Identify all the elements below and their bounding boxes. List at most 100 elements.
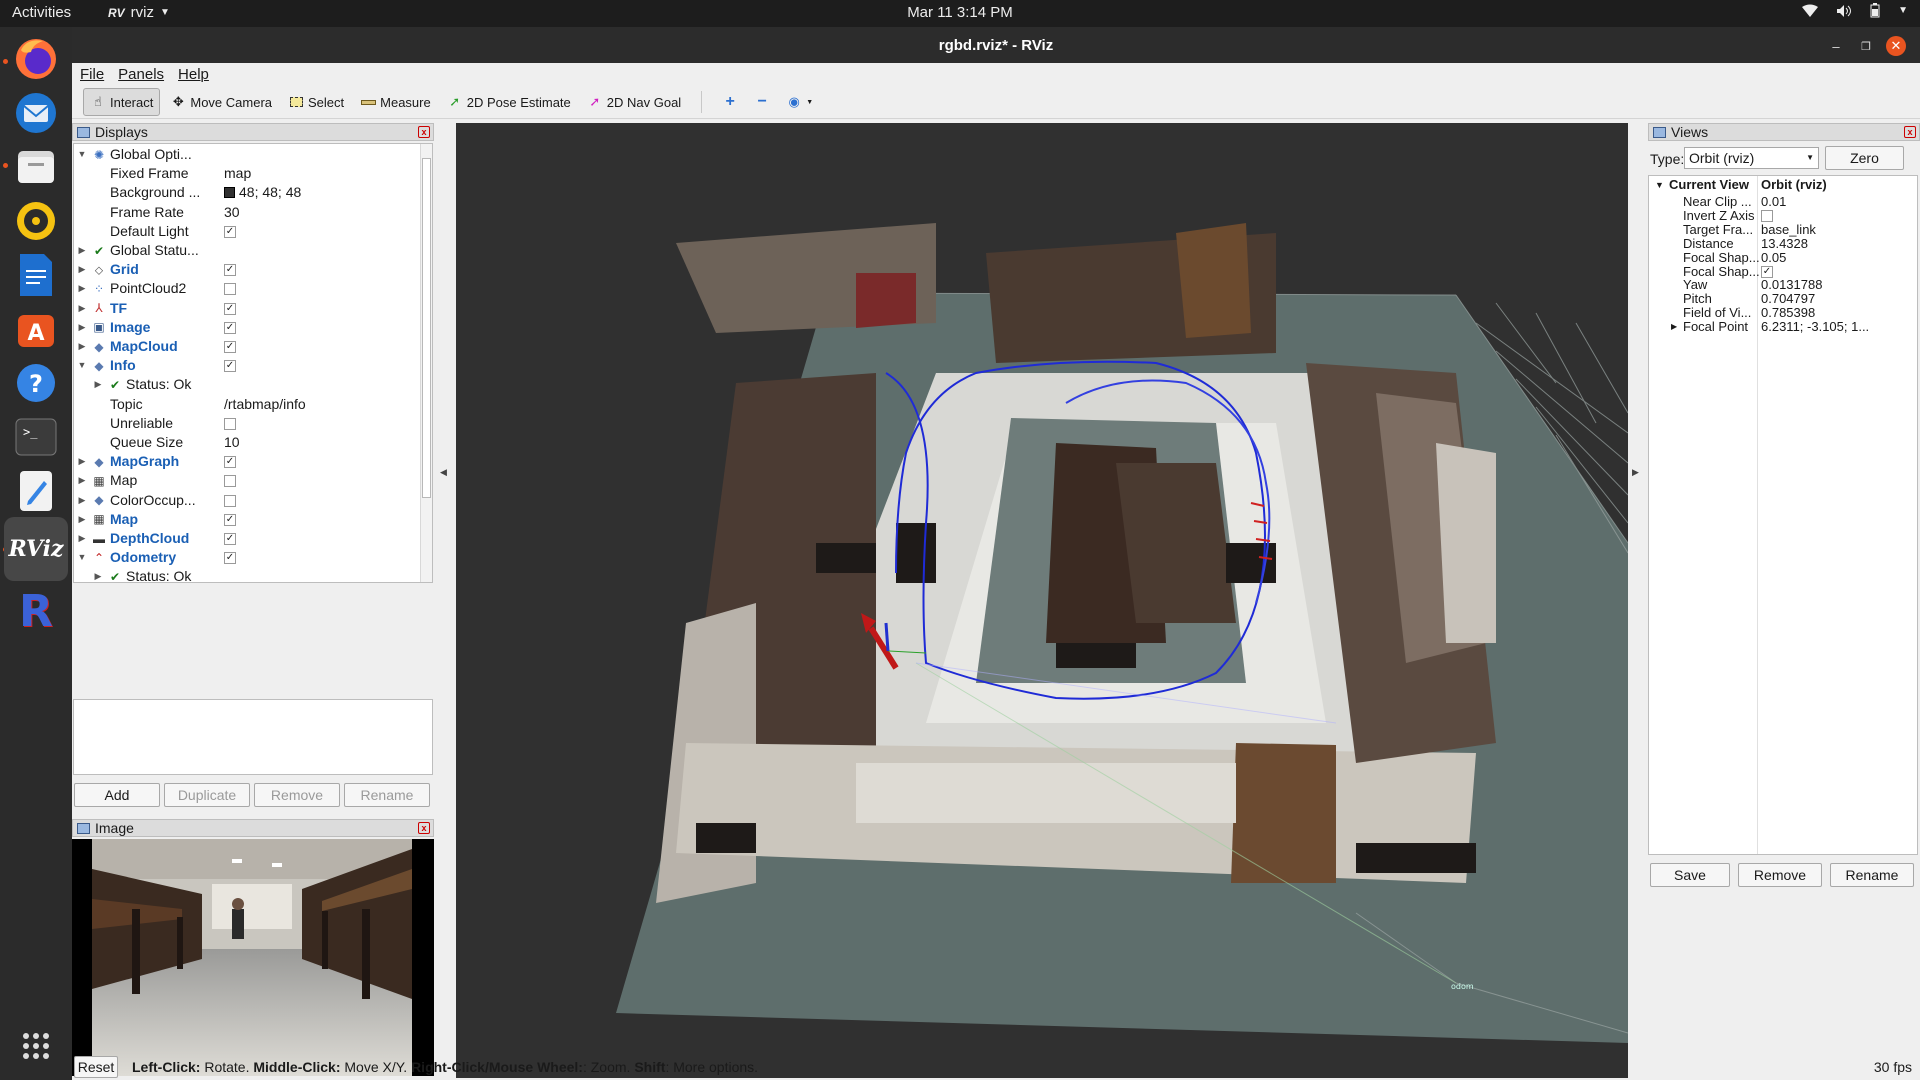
- expand-arrow-icon[interactable]: ▶: [76, 337, 88, 356]
- expand-arrow-icon[interactable]: ▶: [76, 452, 88, 471]
- enable-checkbox[interactable]: ✓: [224, 533, 236, 545]
- display-row[interactable]: Background ... 48; 48; 48: [74, 183, 354, 202]
- dock-terminal[interactable]: >_: [12, 413, 60, 461]
- display-row-value[interactable]: 30: [224, 203, 240, 222]
- enable-checkbox[interactable]: ✓: [224, 321, 236, 334]
- tool-2d-pose-estimate[interactable]: ➚ 2D Pose Estimate: [441, 88, 577, 116]
- view-property-row[interactable]: Distance 13.4328: [1649, 236, 1919, 251]
- tool-interact[interactable]: ☝ Interact: [83, 88, 161, 116]
- displays-tree[interactable]: ▼ ✺ Global Opti... Fixed Frame map Background…: [73, 143, 433, 583]
- enable-checkbox[interactable]: ✓: [224, 341, 236, 353]
- right-splitter-handle[interactable]: ▶: [1632, 467, 1642, 481]
- expand-arrow-icon[interactable]: ▶: [76, 279, 88, 298]
- dock-rhythmbox[interactable]: [12, 197, 60, 245]
- add-display-button[interactable]: Add: [74, 783, 160, 807]
- collapse-arrow-icon[interactable]: ▼: [76, 145, 88, 164]
- display-row[interactable]: Queue Size 10: [74, 433, 354, 452]
- expand-arrow-icon[interactable]: ▶: [76, 510, 88, 529]
- current-view-row[interactable]: ▼ Current View Orbit (rviz): [1649, 178, 1919, 192]
- remove-view-button[interactable]: Remove: [1738, 863, 1822, 887]
- dock-software[interactable]: A: [12, 305, 60, 353]
- display-row[interactable]: ▶ ✔ Status: Ok: [74, 567, 354, 582]
- enable-checkbox[interactable]: ✓: [224, 552, 236, 565]
- view-property-value[interactable]: base_link: [1761, 222, 1816, 237]
- enable-checkbox[interactable]: ✓: [224, 302, 236, 315]
- display-row[interactable]: Unreliable: [74, 414, 354, 433]
- enable-checkbox[interactable]: ✓: [224, 513, 236, 526]
- display-row[interactable]: ▶ ▦ Map ✓: [74, 510, 354, 529]
- left-splitter-handle[interactable]: ◀: [440, 467, 450, 481]
- enable-checkbox[interactable]: ✓: [224, 225, 236, 238]
- display-row[interactable]: ▶ ▣ Image ✓: [74, 318, 354, 337]
- expand-arrow-icon[interactable]: ▶: [92, 567, 104, 582]
- display-row[interactable]: ▶ ◆ MapCloud ✓: [74, 337, 354, 356]
- dock-rviz[interactable]: RViz: [4, 517, 68, 581]
- dock-thunderbird[interactable]: [12, 89, 60, 137]
- display-row-value[interactable]: 10: [224, 433, 240, 452]
- view-property-row[interactable]: Yaw 0.0131788: [1649, 278, 1919, 292]
- dock-r[interactable]: R: [12, 586, 60, 637]
- view-property-value[interactable]: 0.785398: [1761, 306, 1815, 320]
- display-row[interactable]: ▶ ⅄ TF ✓: [74, 299, 354, 318]
- view-property-row[interactable]: ▶ Focal Point 6.2311; -3.105; 1...: [1649, 320, 1919, 334]
- view-property-row[interactable]: Focal Shap... 0.05: [1649, 250, 1919, 265]
- dock-show-apps[interactable]: [12, 1022, 60, 1070]
- expand-arrow-icon[interactable]: ▶: [76, 491, 88, 510]
- display-row[interactable]: ▶ ◆ ColorOccup...: [74, 491, 354, 510]
- expand-arrow-icon[interactable]: ▶: [76, 471, 88, 490]
- expand-arrow-icon[interactable]: ▶: [76, 529, 88, 548]
- activities-button[interactable]: Activities: [12, 4, 71, 21]
- collapse-arrow-icon[interactable]: ▼: [76, 356, 88, 375]
- view-property-row[interactable]: Pitch 0.704797: [1649, 292, 1919, 306]
- display-row[interactable]: ▶ ◆ MapGraph ✓: [74, 452, 354, 471]
- view-property-row[interactable]: Invert Z Axis: [1649, 208, 1919, 223]
- reset-button[interactable]: Reset: [74, 1056, 118, 1078]
- close-icon[interactable]: x: [1904, 126, 1916, 138]
- dock-text-editor[interactable]: [12, 467, 60, 515]
- app-menu[interactable]: RV rviz ▼: [108, 4, 170, 21]
- duplicate-display-button[interactable]: Duplicate: [164, 783, 250, 807]
- clock[interactable]: Mar 11 3:14 PM: [907, 4, 1013, 21]
- display-row-value[interactable]: map: [224, 164, 251, 183]
- view-property-value[interactable]: 0.01: [1761, 195, 1786, 209]
- enable-checkbox[interactable]: [224, 475, 236, 488]
- remove-display-button[interactable]: Remove: [254, 783, 340, 807]
- render-3d-view[interactable]: odom: [456, 123, 1628, 1078]
- display-row[interactable]: ▼ ✺ Global Opti...: [74, 145, 354, 164]
- tool-move-camera[interactable]: ✥ Move Camera: [164, 88, 278, 116]
- view-property-row[interactable]: Focal Shap... ✓: [1649, 264, 1919, 279]
- view-property-checkbox[interactable]: [1761, 209, 1773, 222]
- enable-checkbox[interactable]: [224, 494, 236, 507]
- save-view-button[interactable]: Save: [1650, 863, 1730, 887]
- remove-tool-button[interactable]: −: [748, 88, 776, 116]
- display-row[interactable]: ▶ ▦ Map: [74, 471, 354, 490]
- enable-checkbox[interactable]: ✓: [224, 360, 236, 373]
- view-property-value[interactable]: 0.704797: [1761, 292, 1815, 306]
- display-row[interactable]: ▶ ⁘ PointCloud2: [74, 279, 354, 298]
- view-property-value[interactable]: 13.4328: [1761, 236, 1808, 251]
- views-tree[interactable]: ▼ Current View Orbit (rviz) Near Clip ..…: [1648, 175, 1918, 855]
- display-row[interactable]: Fixed Frame map: [74, 164, 354, 183]
- dock-files[interactable]: [12, 143, 60, 191]
- display-row[interactable]: ▶ ⬦ Grid ✓: [74, 260, 354, 279]
- menu-help[interactable]: Help: [178, 66, 209, 83]
- expand-arrow-icon[interactable]: ▶: [1671, 320, 1677, 334]
- add-tool-button[interactable]: +: [716, 88, 744, 116]
- display-row[interactable]: ▶ ✔ Global Statu...: [74, 241, 354, 260]
- view-type-select[interactable]: Orbit (rviz) ▼: [1684, 147, 1819, 169]
- view-property-value[interactable]: 0.0131788: [1761, 278, 1822, 292]
- display-row[interactable]: Frame Rate 30: [74, 203, 354, 222]
- camera-image-view[interactable]: [72, 839, 434, 1076]
- collapse-arrow-icon[interactable]: ▼: [76, 548, 88, 567]
- view-property-row[interactable]: Near Clip ... 0.01: [1649, 195, 1919, 209]
- expand-arrow-icon[interactable]: ▶: [76, 318, 88, 337]
- menu-file[interactable]: File: [80, 66, 104, 83]
- enable-checkbox[interactable]: [224, 283, 236, 296]
- enable-checkbox[interactable]: ✓: [224, 264, 236, 277]
- view-property-row[interactable]: Field of Vi... 0.785398: [1649, 306, 1919, 320]
- rename-display-button[interactable]: Rename: [344, 783, 430, 807]
- displays-scrollbar[interactable]: [420, 144, 432, 582]
- expand-arrow-icon[interactable]: ▶: [76, 260, 88, 279]
- view-property-value[interactable]: 6.2311; -3.105; 1...: [1761, 320, 1869, 334]
- minimize-button[interactable]: –: [1826, 36, 1846, 56]
